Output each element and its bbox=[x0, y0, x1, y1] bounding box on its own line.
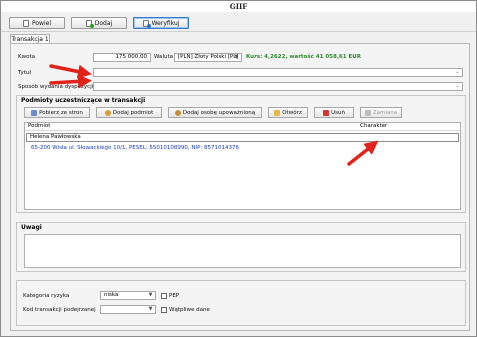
dodaj-button[interactable]: Dodaj bbox=[71, 17, 127, 29]
add-page-icon bbox=[85, 19, 94, 28]
weryfikuj-label: Weryfikuj bbox=[151, 19, 180, 27]
table-row[interactable]: Helena Pawłowska bbox=[26, 133, 459, 142]
otworz-label: Otwórz bbox=[282, 109, 302, 116]
delete-icon bbox=[323, 109, 330, 116]
toolbar: Powiel Dodaj Weryfikuj bbox=[1, 12, 476, 32]
annotation-arrow-right bbox=[347, 140, 379, 166]
powiel-button[interactable]: Powiel bbox=[9, 17, 65, 29]
usun-label: Usuń bbox=[331, 109, 345, 116]
arrow-to-tytul bbox=[49, 64, 92, 79]
usun-button[interactable]: Usuń bbox=[314, 107, 354, 118]
chevron-down-icon: ▼ bbox=[148, 292, 153, 298]
uwagi-label: Uwagi bbox=[21, 224, 42, 231]
uwagi-group: Uwagi bbox=[16, 222, 466, 272]
row-name: Helena Pawłowska bbox=[30, 134, 81, 140]
watpliwe-dane-label: Wątpliwe dane bbox=[169, 307, 210, 313]
giif-window: GIIF Powiel Dodaj Weryfikuj Transakcja 1… bbox=[0, 0, 477, 337]
annotation-arrows-left bbox=[49, 64, 92, 89]
waluta-value: [PLN] Złoty Polski [PL] bbox=[178, 54, 239, 60]
table-header: Podmiot Charakter bbox=[25, 123, 460, 131]
window-title: GIIF bbox=[1, 1, 476, 12]
download-icon bbox=[31, 109, 38, 116]
zamiana-button[interactable]: Zamiana bbox=[360, 107, 402, 118]
kod-transakcji-label: Kod transakcji podejrzanej bbox=[23, 307, 96, 313]
swap-icon bbox=[364, 109, 371, 116]
otworz-button[interactable]: Otwórz bbox=[268, 107, 308, 118]
verify-icon bbox=[142, 19, 151, 28]
waluta-select[interactable]: [PLN] Złoty Polski [PL] ▼ bbox=[174, 53, 242, 62]
watpliwe-dane-checkbox[interactable] bbox=[161, 307, 167, 313]
arrow-to-charakter bbox=[347, 140, 379, 166]
dodaj-osobe-upowazniona-button[interactable]: Dodaj osobę upoważnioną bbox=[168, 107, 262, 118]
zamiana-label: Zamiana bbox=[372, 109, 398, 116]
row-details: 65-200 Wisła ul. Słowackiego 10/1, PESEL… bbox=[31, 145, 240, 151]
pobierz-label: Pobierz ze stron bbox=[39, 109, 83, 116]
risk-group: Kategoria ryzyka niska ▼ PEP Kod transak… bbox=[16, 280, 466, 326]
copy-page-icon bbox=[22, 19, 29, 27]
kwota-input[interactable]: 175 000,00 bbox=[93, 53, 151, 62]
arrow-to-sposob bbox=[49, 74, 92, 89]
column-podmiot: Podmiot bbox=[28, 123, 51, 129]
kategoria-value: niska bbox=[104, 292, 119, 298]
add-authorized-person-icon bbox=[174, 109, 181, 116]
kurs-text: Kurs: 4,2622, wartość 41 058,61 EUR bbox=[246, 54, 361, 60]
waluta-label: Waluta bbox=[154, 54, 173, 60]
add-person-icon bbox=[104, 109, 111, 116]
chevron-down-icon: ▼ bbox=[148, 306, 153, 312]
kategoria-ryzyka-select[interactable]: niska ▼ bbox=[100, 291, 156, 300]
chevron-down-icon: ▼ bbox=[234, 54, 239, 60]
dodaj-podmiot-label: Dodaj podmiot bbox=[112, 109, 154, 116]
kod-transakcji-select[interactable]: ▼ bbox=[100, 305, 156, 314]
dodaj-label: Dodaj bbox=[94, 19, 113, 27]
folder-open-icon bbox=[274, 109, 281, 116]
kwota-label: Kwota bbox=[18, 54, 35, 60]
kategoria-ryzyka-label: Kategoria ryzyka bbox=[23, 293, 70, 299]
pobierz-ze-stron-button[interactable]: Pobierz ze stron bbox=[24, 107, 90, 118]
weryfikuj-button[interactable]: Weryfikuj bbox=[133, 17, 189, 29]
chevron-down-icon: ⌄ bbox=[455, 83, 460, 89]
uwagi-textarea[interactable] bbox=[24, 234, 461, 268]
sposob-select[interactable]: ⌄ bbox=[93, 82, 463, 91]
pep-checkbox[interactable] bbox=[161, 293, 167, 299]
participants-group: Podmioty uczestniczące w transakcji Pobi… bbox=[16, 95, 466, 213]
chevron-down-icon: ⌄ bbox=[455, 69, 460, 75]
powiel-label: Powiel bbox=[31, 19, 51, 27]
tytul-label: Tytuł bbox=[18, 70, 31, 76]
participants-title: Podmioty uczestniczące w transakcji bbox=[21, 97, 146, 104]
dodaj-podmiot-button[interactable]: Dodaj podmiot bbox=[96, 107, 162, 118]
dodaj-osobe-label: Dodaj osobę upoważnioną bbox=[182, 109, 256, 116]
column-charakter: Charakter bbox=[360, 123, 388, 129]
participants-table: Podmiot Charakter Helena Pawłowska 65-20… bbox=[24, 122, 461, 210]
pep-label: PEP bbox=[169, 293, 180, 299]
tytul-select[interactable]: ⌄ bbox=[93, 68, 463, 77]
